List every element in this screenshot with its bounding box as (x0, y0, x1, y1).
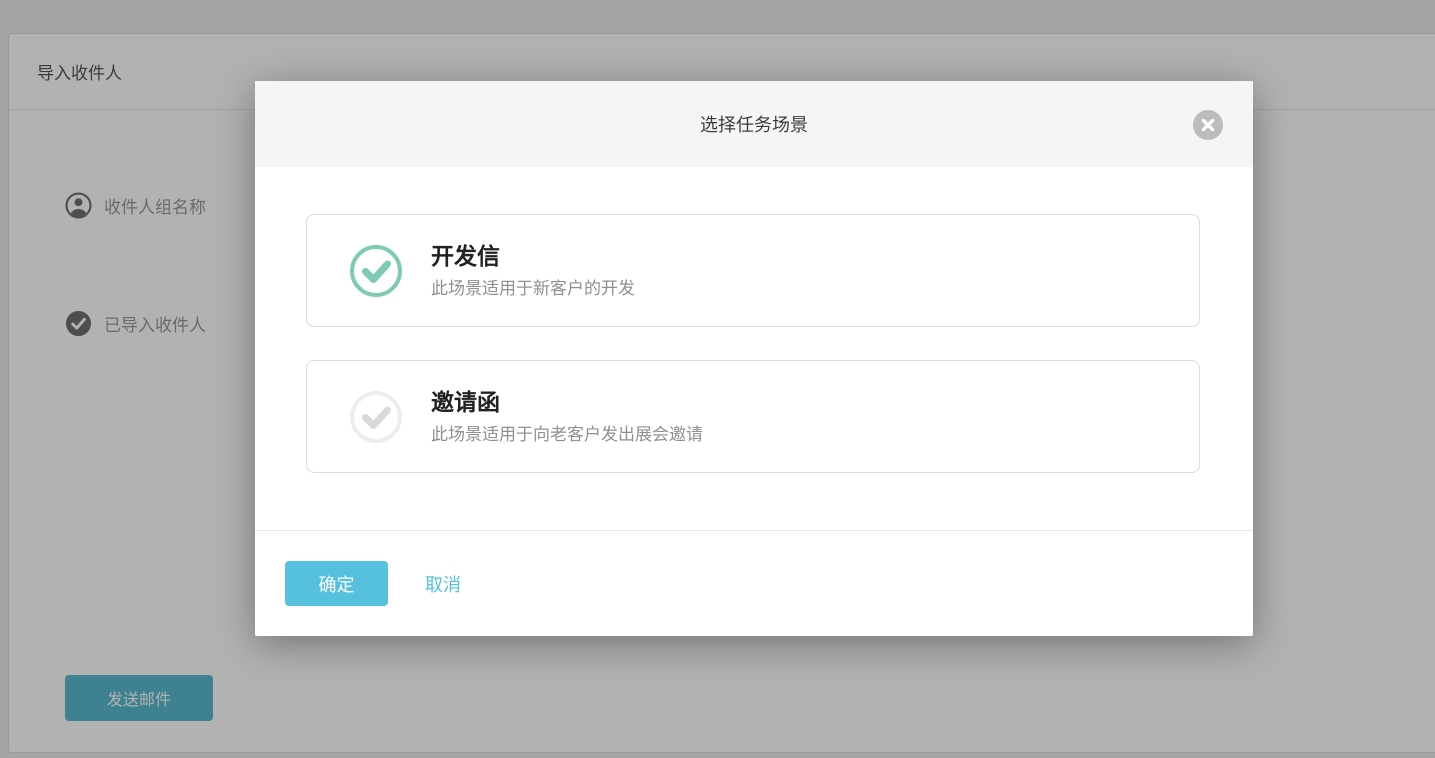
modal-body: 开发信 此场景适用于新客户的开发 邀请函 此场景适用于向老客户发出展会邀请 (255, 167, 1253, 473)
option-card-invitation-letter[interactable]: 邀请函 此场景适用于向老客户发出展会邀请 (306, 360, 1200, 473)
option-description: 此场景适用于向老客户发出展会邀请 (431, 426, 703, 443)
modal-header: 选择任务场景 (255, 81, 1253, 167)
unselected-check-icon (349, 390, 403, 444)
option-text: 开发信 此场景适用于新客户的开发 (431, 245, 635, 297)
modal-footer: 确定 取消 (255, 530, 1253, 636)
option-title: 邀请函 (431, 391, 703, 414)
selected-check-icon (349, 244, 403, 298)
option-text: 邀请函 此场景适用于向老客户发出展会邀请 (431, 391, 703, 443)
select-task-scenario-dialog: 选择任务场景 开发信 此场景适用于新客户的开发 (255, 81, 1253, 636)
confirm-button[interactable]: 确定 (285, 561, 388, 606)
option-card-development-letter[interactable]: 开发信 此场景适用于新客户的开发 (306, 214, 1200, 327)
option-description: 此场景适用于新客户的开发 (431, 280, 635, 297)
option-title: 开发信 (431, 245, 635, 268)
close-icon (1201, 118, 1215, 132)
cancel-link[interactable]: 取消 (425, 571, 461, 597)
modal-title: 选择任务场景 (700, 111, 808, 137)
close-button[interactable] (1193, 110, 1223, 140)
